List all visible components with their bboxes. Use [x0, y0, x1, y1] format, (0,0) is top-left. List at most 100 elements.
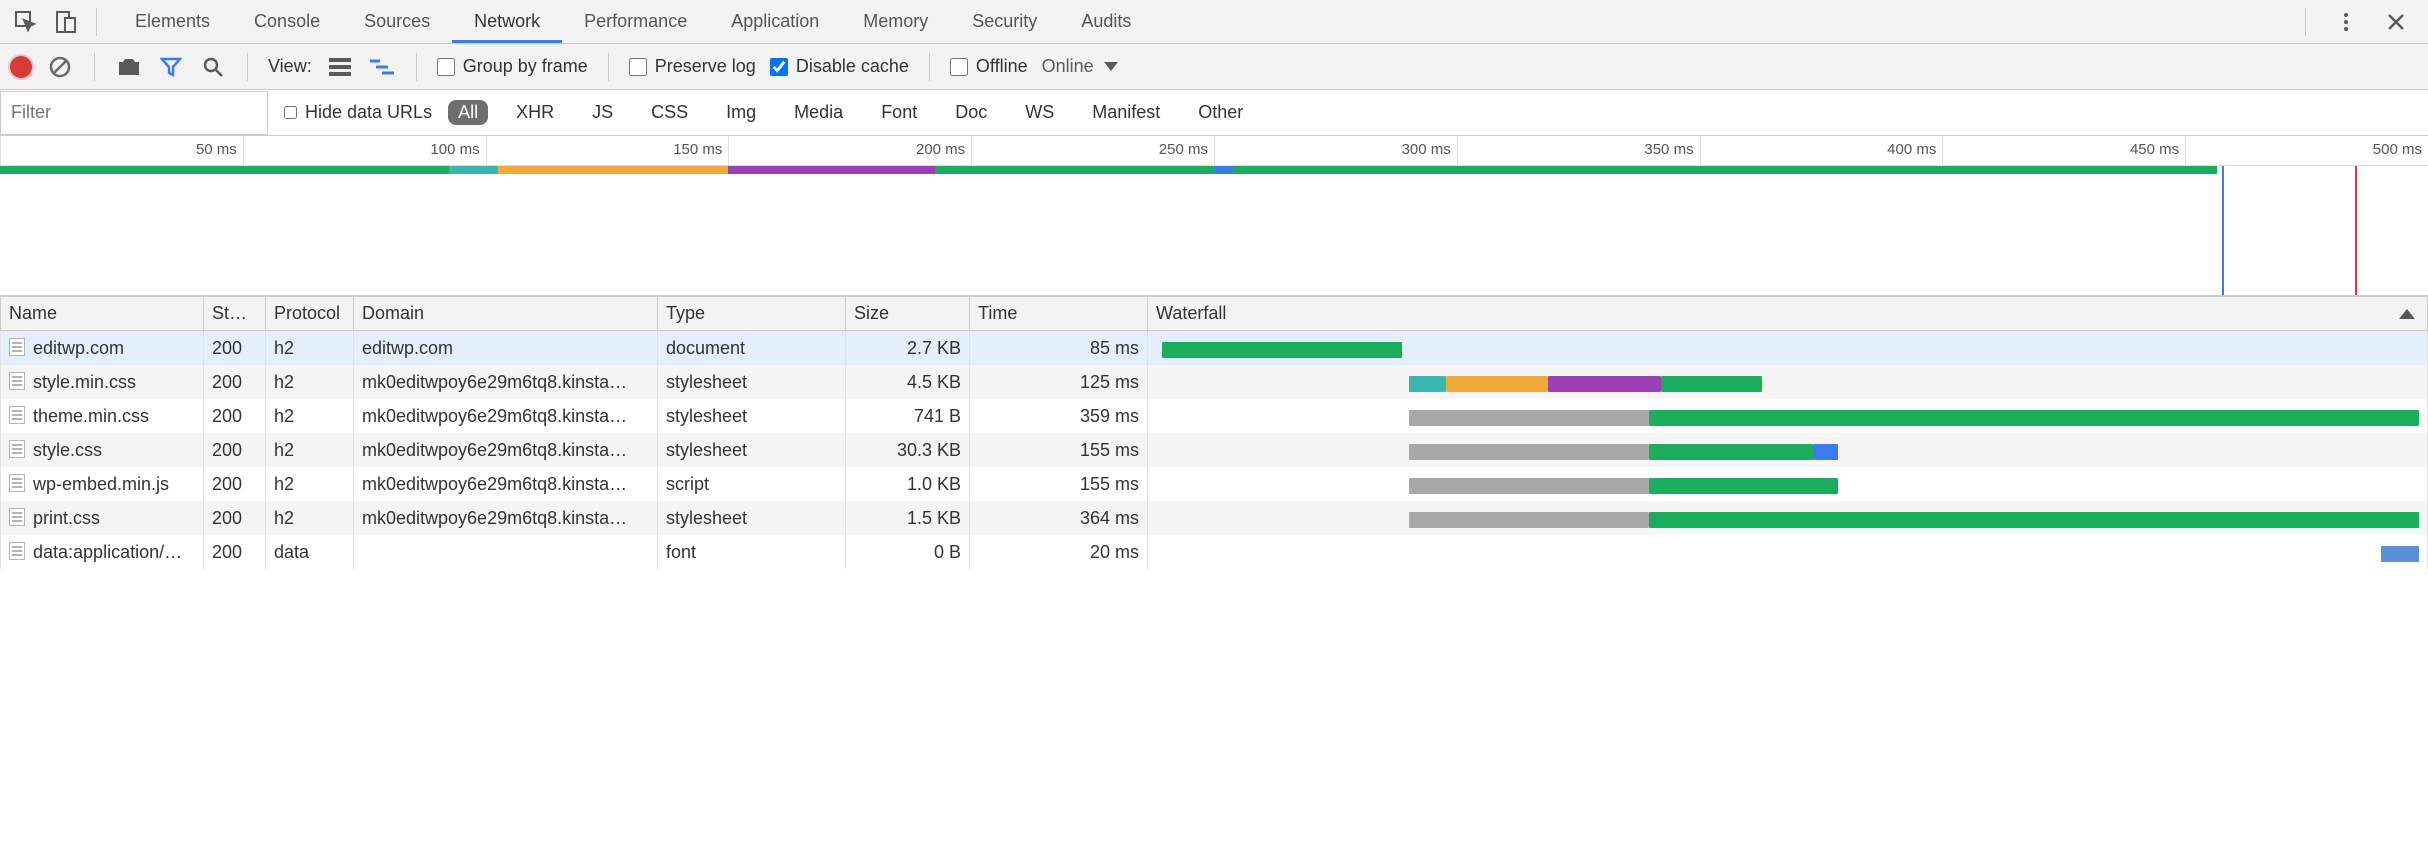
group-by-frame-label: Group by frame: [463, 56, 588, 77]
table-cell: h2: [266, 399, 354, 433]
table-cell: 4.5 KB: [846, 365, 970, 399]
type-filter-img[interactable]: Img: [716, 100, 766, 125]
table-cell: wp-embed.min.js: [1, 467, 204, 501]
type-filter-css[interactable]: CSS: [641, 100, 698, 125]
waterfall-cell: [1148, 433, 2428, 467]
file-icon: [9, 508, 25, 526]
filter-icon[interactable]: [157, 53, 185, 81]
col-time[interactable]: Time: [970, 297, 1148, 331]
type-filter-all[interactable]: All: [448, 100, 488, 125]
search-icon[interactable]: [199, 53, 227, 81]
tab-network[interactable]: Network: [452, 1, 562, 43]
table-row[interactable]: data:application/…200datafont0 B20 ms: [1, 535, 2428, 569]
table-cell: h2: [266, 331, 354, 366]
type-filter-font[interactable]: Font: [871, 100, 927, 125]
divider: [96, 8, 97, 36]
view-waterfall-icon[interactable]: [368, 53, 396, 81]
table-row[interactable]: style.min.css200h2mk0editwpoy6e29m6tq8.k…: [1, 365, 2428, 399]
table-cell: 200: [204, 501, 266, 535]
more-menu-icon[interactable]: [2326, 2, 2366, 42]
ruler-tick: 100 ms: [243, 136, 486, 165]
table-cell: editwp.com: [1, 331, 204, 366]
col-name[interactable]: Name: [1, 297, 204, 331]
tab-memory[interactable]: Memory: [841, 1, 950, 43]
table-cell: h2: [266, 365, 354, 399]
col-protocol[interactable]: Protocol: [266, 297, 354, 331]
col-domain[interactable]: Domain: [354, 297, 658, 331]
type-filter-other[interactable]: Other: [1188, 100, 1253, 125]
table-row[interactable]: theme.min.css200h2mk0editwpoy6e29m6tq8.k…: [1, 399, 2428, 433]
table-cell: 20 ms: [970, 535, 1148, 569]
chevron-down-icon: [1104, 62, 1118, 71]
table-cell: font: [658, 535, 846, 569]
col-status[interactable]: St…: [204, 297, 266, 331]
overview-bars: [0, 166, 2428, 176]
type-filters: All XHR JS CSS Img Media Font Doc WS Manifest Othe…: [448, 100, 1253, 125]
waterfall-cell: [1148, 399, 2428, 433]
table-cell: 200: [204, 399, 266, 433]
filter-input[interactable]: [0, 91, 268, 135]
table-cell: 155 ms: [970, 467, 1148, 501]
tab-application[interactable]: Application: [709, 1, 841, 43]
table-row[interactable]: editwp.com200h2editwp.comdocument2.7 KB8…: [1, 331, 2428, 366]
table-row[interactable]: wp-embed.min.js200h2mk0editwpoy6e29m6tq8…: [1, 467, 2428, 501]
overview-segment: [498, 166, 729, 174]
panel-tabs: ElementsConsoleSourcesNetworkPerformance…: [113, 1, 1153, 43]
type-filter-doc[interactable]: Doc: [945, 100, 997, 125]
waterfall-segment: [1649, 478, 1838, 494]
disable-cache-checkbox[interactable]: Disable cache: [770, 56, 909, 77]
table-cell: 30.3 KB: [846, 433, 970, 467]
table-cell: mk0editwpoy6e29m6tq8.kinsta…: [354, 467, 658, 501]
waterfall-segment: [1649, 410, 2419, 426]
table-row[interactable]: style.css200h2mk0editwpoy6e29m6tq8.kinst…: [1, 433, 2428, 467]
load-marker: [2355, 166, 2357, 295]
table-row[interactable]: print.css200h2mk0editwpoy6e29m6tq8.kinst…: [1, 501, 2428, 535]
group-by-frame-checkbox[interactable]: Group by frame: [437, 56, 588, 77]
file-icon: [9, 372, 25, 390]
table-cell: 741 B: [846, 399, 970, 433]
clear-icon[interactable]: [46, 53, 74, 81]
record-button[interactable]: [10, 56, 32, 78]
tab-sources[interactable]: Sources: [342, 1, 452, 43]
type-filter-manifest[interactable]: Manifest: [1082, 100, 1170, 125]
device-toolbar-icon[interactable]: [46, 2, 86, 42]
tab-elements[interactable]: Elements: [113, 1, 232, 43]
table-cell: mk0editwpoy6e29m6tq8.kinsta…: [354, 399, 658, 433]
divider: [929, 53, 930, 81]
ruler-tick: 200 ms: [728, 136, 971, 165]
table-cell: theme.min.css: [1, 399, 204, 433]
timeline-overview[interactable]: 50 ms100 ms150 ms200 ms250 ms300 ms350 m…: [0, 136, 2428, 296]
type-filter-js[interactable]: JS: [582, 100, 623, 125]
col-waterfall-label: Waterfall: [1156, 303, 1226, 323]
type-filter-xhr[interactable]: XHR: [506, 100, 564, 125]
waterfall-segment: [1446, 376, 1547, 392]
preserve-log-checkbox[interactable]: Preserve log: [629, 56, 756, 77]
table-cell: editwp.com: [354, 331, 658, 366]
tab-console[interactable]: Console: [232, 1, 342, 43]
table-cell: 200: [204, 433, 266, 467]
time-ruler: 50 ms100 ms150 ms200 ms250 ms300 ms350 m…: [0, 136, 2428, 166]
col-size[interactable]: Size: [846, 297, 970, 331]
capture-screenshots-icon[interactable]: [115, 53, 143, 81]
devtools-tabbar: ElementsConsoleSourcesNetworkPerformance…: [0, 0, 2428, 44]
divider: [94, 53, 95, 81]
inspect-element-icon[interactable]: [6, 2, 46, 42]
divider: [416, 53, 417, 81]
waterfall-segment: [1409, 444, 1649, 460]
view-large-icon[interactable]: [326, 53, 354, 81]
table-cell: h2: [266, 501, 354, 535]
tab-audits[interactable]: Audits: [1059, 1, 1153, 43]
col-waterfall[interactable]: Waterfall: [1148, 297, 2428, 331]
network-toolbar: View: Group by frame Preserve log Disabl…: [0, 44, 2428, 90]
type-filter-ws[interactable]: WS: [1015, 100, 1064, 125]
throttling-select[interactable]: Online: [1042, 56, 1118, 77]
hide-data-urls-checkbox[interactable]: Hide data URLs: [284, 102, 432, 123]
tab-security[interactable]: Security: [950, 1, 1059, 43]
table-cell: style.min.css: [1, 365, 204, 399]
close-icon[interactable]: [2376, 2, 2416, 42]
tab-performance[interactable]: Performance: [562, 1, 709, 43]
offline-checkbox[interactable]: Offline: [950, 56, 1028, 77]
table-cell: script: [658, 467, 846, 501]
type-filter-media[interactable]: Media: [784, 100, 853, 125]
col-type[interactable]: Type: [658, 297, 846, 331]
